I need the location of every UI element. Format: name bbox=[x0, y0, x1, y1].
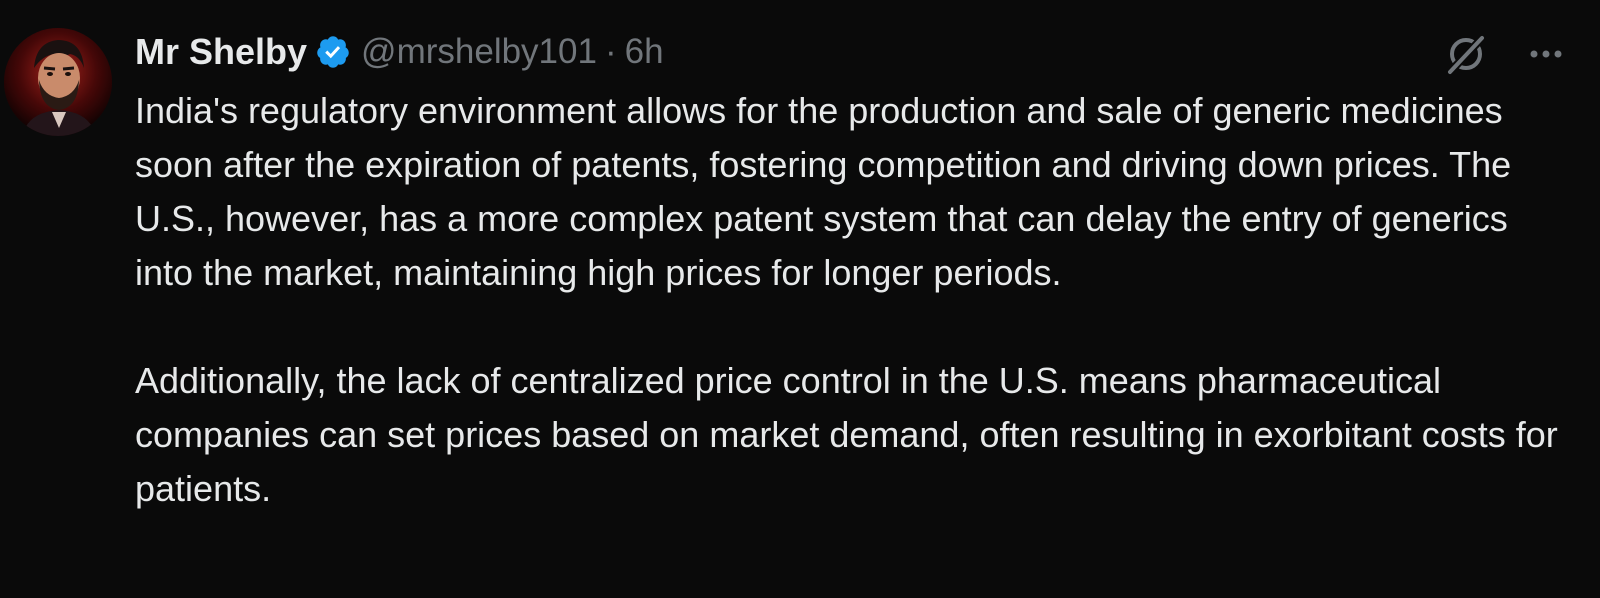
grok-slash-icon[interactable] bbox=[1442, 30, 1490, 83]
verified-badge-icon bbox=[315, 34, 351, 70]
more-horizontal-icon[interactable] bbox=[1526, 34, 1566, 79]
tweet-paragraph: India's regulatory environment allows fo… bbox=[135, 90, 1512, 293]
avatar[interactable] bbox=[4, 28, 112, 136]
tweet-card: Mr Shelby @mrshelby101 · 6h India's regu… bbox=[0, 0, 1600, 598]
tweet-paragraph: Additionally, the lack of centralized pr… bbox=[135, 360, 1558, 509]
author-name[interactable]: Mr Shelby bbox=[135, 31, 307, 73]
timestamp[interactable]: 6h bbox=[625, 32, 664, 72]
tweet-text: India's regulatory environment allows fo… bbox=[135, 84, 1575, 516]
tweet-actions bbox=[1442, 30, 1566, 83]
tweet-header: Mr Shelby @mrshelby101 · 6h bbox=[135, 26, 664, 78]
author-handle[interactable]: @mrshelby101 bbox=[361, 32, 597, 72]
separator-dot: · bbox=[604, 32, 617, 71]
avatar-portrait-icon bbox=[4, 28, 112, 136]
